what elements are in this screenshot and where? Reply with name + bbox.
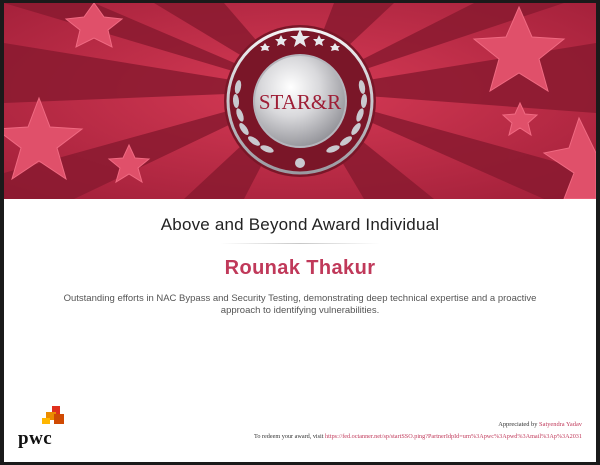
award-title: Above and Beyond Award Individual	[160, 215, 440, 234]
pwc-logo: pwc	[18, 406, 68, 450]
redeem-prefix: To redeem your award, visit	[253, 433, 324, 440]
title-divider	[220, 243, 380, 244]
award-banner: STAR&R	[4, 3, 596, 199]
recipient-name: Rounak Thakur	[224, 257, 376, 279]
certificate: STAR&R Above and Beyond Award Individual…	[4, 3, 596, 462]
appreciated-by: Appreciated by Satyendra Yadav	[498, 421, 582, 428]
pwc-wordmark: pwc	[18, 428, 53, 449]
appreciated-prefix: Appreciated by	[498, 421, 538, 428]
appreciated-name: Satyendra Yadav	[539, 421, 582, 428]
award-description: Outstanding efforts in NAC Bypass and Se…	[63, 293, 537, 316]
redeem-line: To redeem your award, visit https://fed.…	[254, 433, 582, 440]
star-r-medal: STAR&R	[224, 25, 376, 177]
redeem-link[interactable]: https://fed.octanner.net/sp/startSSO.pin…	[325, 433, 582, 440]
pwc-mark-icon	[42, 406, 64, 424]
star-r-logo-text: STAR&R	[259, 90, 341, 114]
